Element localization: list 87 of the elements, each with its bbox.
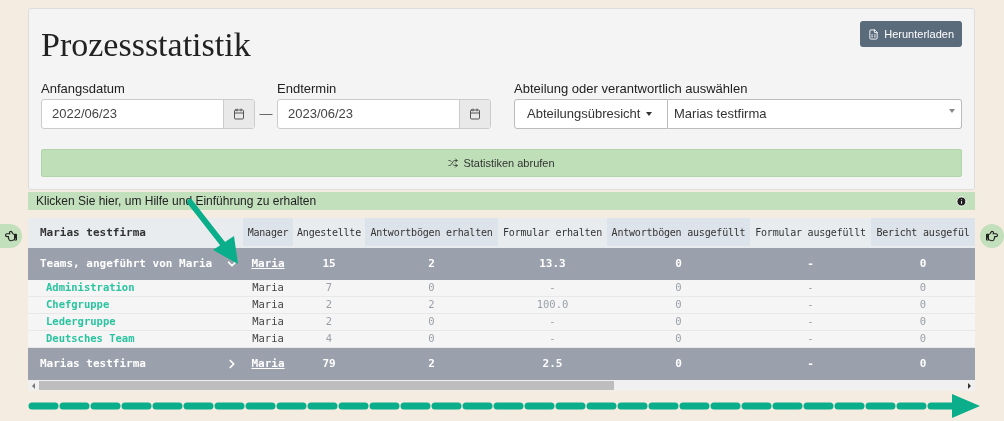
group-name: Teams, angeführt von Maria — [40, 255, 213, 272]
table-cell-text: - — [806, 255, 815, 272]
table-cell-text: 0 — [674, 280, 683, 296]
team-link[interactable]: Chefgruppe — [46, 298, 110, 311]
hand-pointing-left-icon — [5, 230, 17, 242]
table-cell-text: 0 — [674, 355, 683, 372]
table-cell-text: Maria — [251, 331, 285, 347]
date-separator: — — [258, 105, 274, 123]
table-cell-text: - — [806, 355, 815, 372]
department-select[interactable]: Marias testfirma — [668, 99, 962, 129]
table-cell-text: - — [806, 297, 815, 313]
caret-icon — [949, 109, 955, 113]
table-cell-text: 0 — [918, 331, 928, 347]
field-label: Anfangsdatum — [41, 81, 126, 97]
table-cell-text: 100.0 — [535, 297, 570, 313]
fetch-statistics-button[interactable]: Statistiken abrufen — [41, 149, 962, 177]
column-header: Manager — [243, 218, 293, 246]
column-header: Marias testfirma — [28, 218, 243, 246]
table-cell-text: - — [548, 280, 557, 296]
table-cell-text: 2 — [427, 355, 436, 372]
calendar-button[interactable] — [223, 100, 254, 128]
table-cell-text: Maria — [251, 297, 285, 313]
calendar-button[interactable] — [459, 100, 490, 128]
table-cell-text: 0 — [674, 255, 683, 272]
table-cell-text: 0 — [918, 355, 928, 372]
table-cell-text: 2 — [324, 297, 334, 313]
table-cell-text: 0 — [427, 314, 436, 330]
date-value: 2022/06/23 — [51, 105, 119, 123]
date-field[interactable]: 2023/06/23 — [277, 99, 491, 129]
table-cell-text: - — [806, 280, 815, 296]
mode-dropdown[interactable]: Abteilungsübresicht — [514, 99, 668, 129]
table-cell-text: 0 — [427, 331, 436, 347]
scroll-left-button[interactable] — [0, 224, 22, 248]
column-header: Antwortbögen ausgefüllt — [607, 218, 750, 246]
column-header: Formular ausgefüllt — [750, 218, 871, 246]
table-cell-text: - — [806, 331, 815, 347]
date-value: 2023/06/23 — [287, 105, 355, 123]
table-cell-text: Maria — [251, 314, 285, 330]
date-field[interactable]: 2022/06/23 — [41, 99, 255, 129]
table-cell-text: 0 — [918, 280, 928, 296]
calendar-icon — [233, 108, 245, 120]
team-link[interactable]: Deutsches Team — [46, 332, 135, 345]
table-cell-text: - — [806, 314, 815, 330]
table-cell-text: 0 — [674, 331, 683, 347]
field-label: Abteilung oder verantwortlich auswählen — [514, 81, 749, 97]
table-cell-text: 0 — [427, 280, 436, 296]
group-name: Marias testfirma — [40, 355, 146, 372]
table-cell-text: - — [548, 331, 557, 347]
hand-pointing-right-icon — [986, 230, 998, 242]
team-link[interactable]: Administration — [46, 281, 135, 294]
caret-icon — [646, 112, 653, 116]
table-cell-text: 0 — [674, 314, 683, 330]
table-cell-text: 4 — [324, 331, 334, 347]
scroll-right-button[interactable] — [980, 224, 1004, 248]
table-cell-text: 0 — [918, 297, 928, 313]
table-cell-text: 0 — [918, 255, 928, 272]
table-cell-text: 2.5 — [541, 355, 564, 372]
horizontal-scrollbar[interactable] — [28, 380, 975, 391]
info-icon — [956, 195, 967, 207]
table-cell-text: 79 — [321, 355, 337, 372]
shuffle-icon — [448, 158, 459, 168]
manager-link[interactable]: Maria — [243, 255, 293, 273]
table-cell-text: Maria — [251, 280, 285, 296]
field-label: Endtermin — [277, 81, 338, 97]
page-title: Prozessstatistik — [41, 25, 251, 65]
table-cell-text: - — [548, 314, 557, 330]
column-header: Antwortbögen erhalten — [365, 218, 498, 246]
column-header: Bericht ausgefül — [871, 218, 975, 246]
download-button[interactable]: Herunterladen — [860, 21, 962, 47]
team-link[interactable]: Ledergruppe — [46, 315, 116, 328]
table-cell-text: 2 — [324, 314, 334, 330]
group-row[interactable]: Teams, angeführt von Maria Maria 15 2 13.3 0 - 0 — [28, 248, 975, 280]
table-cell-text: 15 — [321, 255, 337, 272]
table-cell-text: 7 — [324, 280, 334, 296]
manager-link[interactable]: Maria — [243, 355, 293, 373]
table-cell-text: 0 — [674, 297, 683, 313]
calendar-icon — [469, 108, 481, 120]
table-cell-text: 2 — [427, 255, 436, 272]
group-row[interactable]: Marias testfirma Maria 79 2 2.5 0 - 0 — [28, 348, 975, 380]
scroll-right-arrow-icon — [968, 382, 971, 389]
column-header: Angestellte — [293, 218, 365, 246]
scroll-left-arrow-icon — [32, 382, 35, 389]
spreadsheet-icon — [868, 28, 880, 40]
column-header: Formular erhalten — [498, 218, 607, 246]
table-cell-text: 13.3 — [538, 255, 567, 272]
table-cell-text: 0 — [918, 314, 928, 330]
table-cell-text: 2 — [427, 297, 436, 313]
